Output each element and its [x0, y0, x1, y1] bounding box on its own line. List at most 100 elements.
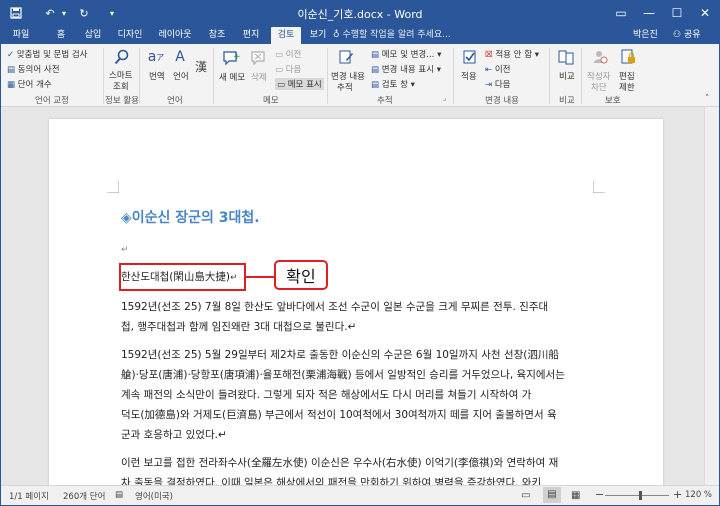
tell-me-text: 수행할 작업을 알려 주세요... — [342, 30, 451, 40]
track-changes-label-2: 추적 — [337, 83, 353, 93]
tab-view[interactable]: 보기 — [305, 27, 331, 44]
tracking-dialog-launcher-icon[interactable]: ⌟ — [443, 94, 446, 102]
word-count-button[interactable]: ▦ 단어 개수 — [7, 78, 52, 90]
spelling-grammar-label: 맞춤법 및 문법 검사 — [16, 50, 88, 60]
chevron-down-icon: ▾ — [436, 65, 442, 75]
delete-comment-label: 삭제 — [251, 73, 267, 83]
group-separator — [139, 48, 140, 104]
block-authors-label-2: 차단 — [591, 83, 607, 93]
zoom-slider-thumb[interactable] — [639, 491, 643, 500]
body-line: 계속 패전의 소식만이 들려왔다. 그렇게 되자 적은 해상에서도 다시 머리를… — [121, 389, 532, 401]
vertical-scrollbar[interactable] — [704, 107, 719, 485]
delete-comment-icon[interactable] — [249, 49, 267, 67]
tab-mailings[interactable]: 편지 — [237, 27, 265, 44]
thesaurus-button[interactable]: ▤ 동의어 사전 — [7, 63, 60, 75]
next-comment-label: 다음 — [285, 65, 302, 75]
show-markup-icon: ▤ — [371, 65, 380, 75]
share-label: 공유 — [683, 30, 701, 40]
previous-change-button[interactable]: ⇤ 이전 — [485, 63, 510, 75]
next-change-icon: ⇥ — [485, 80, 493, 90]
share-button[interactable]: ⚇ 공유 — [673, 27, 701, 40]
show-comments-icon: ▭ — [277, 80, 286, 90]
minimize-button[interactable]: — — [635, 1, 663, 25]
title-bar: ↶ ▾ ↻ ▾ 이순신_기호.docx - Word ▭ — ☐ ✕ — [1, 1, 719, 25]
tab-design[interactable]: 디자인 — [113, 27, 147, 44]
word-count[interactable]: 260개 단어 — [63, 490, 105, 502]
status-bar: 1/1 페이지 260개 단어 ▤ 영어(미국) ▭ ▤ ▦ − + 120 % — [1, 485, 719, 505]
zoom-level[interactable]: 120 % — [685, 490, 712, 500]
callout-connector — [246, 276, 274, 278]
next-comment-icon: ▭ — [275, 65, 284, 75]
read-mode-icon[interactable]: ▭ — [521, 490, 530, 501]
reject-change-button[interactable]: ☒ 적용 안 함 ▾ — [485, 48, 539, 60]
show-markup-button[interactable]: ▤ 변경 내용 표시 ▾ — [371, 63, 441, 75]
track-changes-icon[interactable] — [337, 48, 355, 66]
body-line: 艙)·당포(唐浦)·당항포(唐項浦)·율포해전(栗浦海戰) 등에서 일방적인 승… — [121, 369, 565, 381]
group-label-compare: 비교 — [559, 96, 575, 106]
group-label-protect: 보호 — [605, 96, 621, 106]
reviewing-pane-button[interactable]: ▤ 검토 창 ▾ — [371, 78, 415, 90]
group-label-proofing: 언어 교정 — [35, 96, 69, 106]
new-comment-icon[interactable]: + — [221, 49, 241, 67]
next-change-label: 다음 — [494, 80, 511, 90]
reject-label: 적용 안 함 — [495, 50, 533, 60]
zoom-out-button[interactable]: − — [595, 488, 604, 501]
smart-lookup-icon[interactable] — [113, 48, 131, 66]
smart-lookup-label-2: 조회 — [113, 82, 129, 92]
markup-select[interactable]: ▤ 메모 및 변경... ▾ — [371, 48, 441, 60]
body-line: 군과 호응하고 있었다.↵ — [121, 429, 227, 441]
paragraph-mark: ↵ — [121, 245, 129, 255]
compare-label: 비교 — [559, 72, 575, 82]
compare-icon[interactable] — [557, 48, 575, 66]
web-layout-icon[interactable]: ▦ — [571, 490, 580, 501]
tab-references[interactable]: 참조 — [203, 27, 231, 44]
tab-insert[interactable]: 삽입 — [79, 27, 107, 44]
accept-change-icon[interactable] — [461, 48, 479, 66]
close-button[interactable]: ✕ — [691, 1, 719, 25]
group-separator — [103, 48, 104, 104]
word-window: ↶ ▾ ↻ ▾ 이순신_기호.docx - Word ▭ — ☐ ✕ 파일 홈 … — [0, 0, 720, 506]
spelling-grammar-button[interactable]: ✓ 맞춤법 및 문법 검사 — [7, 48, 88, 60]
zoom-in-button[interactable]: + — [673, 488, 682, 501]
body-line: 1592년(선조 25) 7월 8일 한산도 앞바다에서 조선 수군이 일본 수… — [121, 301, 549, 313]
translate-icon[interactable]: aア — [147, 48, 165, 66]
tell-me-box[interactable]: ♁ 수행할 작업을 알려 주세요... — [333, 27, 451, 40]
user-name[interactable]: 박은진 — [633, 27, 658, 40]
hanja-convert-button[interactable]: 漢 — [193, 58, 209, 74]
language-label: 언어 — [173, 72, 189, 82]
group-separator — [213, 48, 214, 104]
thesaurus-icon: ▤ — [7, 65, 16, 75]
show-markup-label: 변경 내용 표시 — [381, 65, 435, 75]
collapse-ribbon-icon[interactable]: ˄ — [705, 94, 709, 104]
maximize-button[interactable]: ☐ — [663, 1, 691, 25]
reviewing-pane-icon: ▤ — [371, 80, 380, 90]
document-page[interactable]: ◈이순신 장군의 3대첩. ↵ 한산도대첩(閑山島大捷)↵ 확인 1592년(선… — [49, 119, 663, 499]
accept-label: 적용 — [461, 72, 477, 82]
ribbon-display-options-icon[interactable]: ▭ — [607, 1, 635, 25]
body-line: 이런 보고를 접한 전라좌수사(全羅左水使) 이순신은 우수사(右水使) 이억기… — [121, 457, 559, 469]
tab-home[interactable]: 홈 — [49, 27, 73, 44]
document-heading: ◈이순신 장군의 3대첩. — [121, 210, 260, 226]
page-count[interactable]: 1/1 페이지 — [9, 490, 49, 502]
tab-review[interactable]: 검토 — [271, 27, 301, 44]
body-line: 첩, 행주대첩과 함께 임진왜란 3대 대첩으로 불린다.↵ — [121, 321, 357, 333]
new-comment-label: 새 메모 — [219, 73, 246, 83]
show-comments-button[interactable]: ▭ 메모 표시 — [275, 78, 324, 90]
block-authors-icon[interactable] — [591, 48, 609, 66]
tab-file[interactable]: 파일 — [5, 27, 37, 44]
zoom-slider[interactable] — [605, 491, 669, 500]
proofing-icon[interactable]: ▤ — [115, 490, 123, 500]
language-status[interactable]: 영어(미국) — [135, 490, 173, 502]
body-line: 1592년(선조 25) 5월 29일부터 제2차로 출동한 이순신의 수군은 … — [121, 349, 559, 361]
next-comment-button[interactable]: ▭ 다음 — [275, 63, 301, 75]
highlight-box — [119, 263, 246, 291]
ribbon-review: ✓ 맞춤법 및 문법 검사 ▤ 동의어 사전 ▦ 단어 개수 언어 교정 스마트… — [1, 44, 719, 107]
print-layout-icon[interactable]: ▤ — [543, 487, 561, 503]
translate-label: 번역 — [149, 72, 165, 82]
next-change-button[interactable]: ⇥ 다음 — [485, 78, 510, 90]
restrict-editing-icon[interactable] — [619, 48, 637, 66]
tab-layout[interactable]: 레이아웃 — [153, 27, 197, 44]
previous-comment-button[interactable]: ▭ 이전 — [275, 48, 301, 60]
language-icon[interactable]: A — [171, 48, 189, 66]
reviewing-pane-label: 검토 창 — [381, 80, 408, 90]
